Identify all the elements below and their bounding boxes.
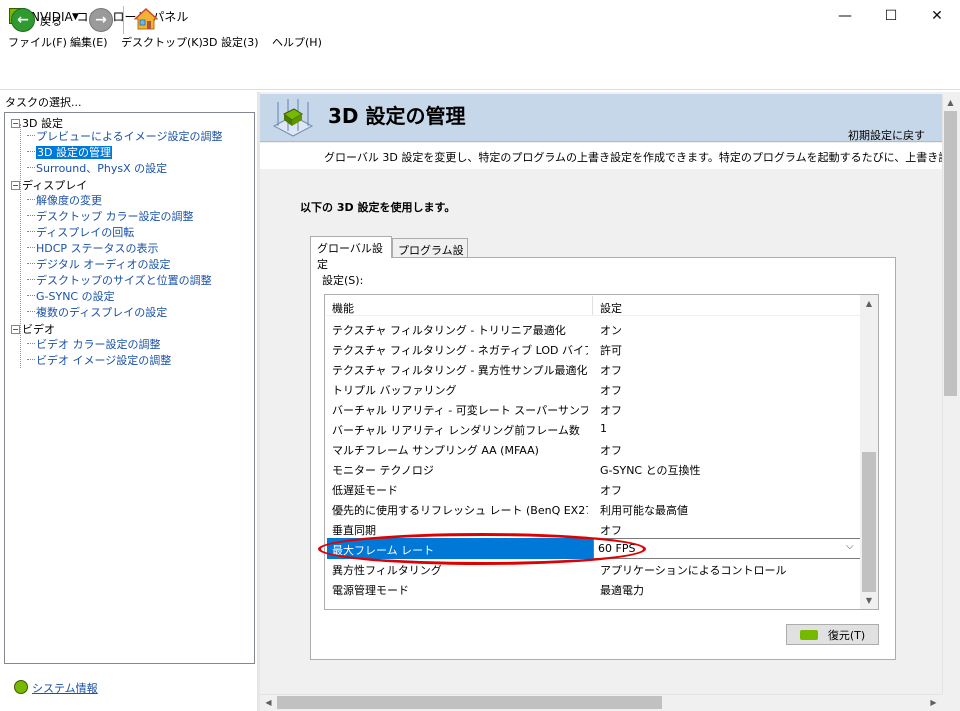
setting-row-feature[interactable]: バーチャル リアリティ レンダリング前フレーム数 <box>332 422 588 438</box>
restore-button-label: 復元(T) <box>827 628 866 642</box>
menu-desktop[interactable]: デスクトップ(K) <box>121 34 203 50</box>
system-info-link[interactable]: システム情報 <box>32 680 98 696</box>
back-arrow-icon[interactable]: ← <box>11 8 35 32</box>
setting-row-value[interactable]: 許可 <box>600 342 622 358</box>
setting-row-feature[interactable]: テクスチャ フィルタリング - トリリニア最適化 <box>332 322 588 338</box>
selected-setting-feature[interactable]: 最大フレーム レート <box>332 542 434 558</box>
page-description: グローバル 3D 設定を変更し、特定のプログラムの上書き設定を作成できます。特定… <box>324 151 942 164</box>
3d-settings-icon <box>268 96 318 140</box>
setting-row-value[interactable]: オフ <box>600 442 622 458</box>
tree-node-video[interactable]: − ビデオ <box>11 323 55 337</box>
settings-label: 設定(S): <box>322 274 364 287</box>
grid-scroll-thumb[interactable] <box>862 452 876 592</box>
collapse-icon[interactable]: − <box>11 325 20 334</box>
tree-item-surround-physx[interactable]: Surround、PhysX の設定 <box>27 162 167 176</box>
setting-row-feature[interactable]: バーチャル リアリティ - 可変レート スーパーサンプリング <box>332 402 588 418</box>
column-header-feature[interactable]: 機能 <box>332 300 354 316</box>
column-header-setting[interactable]: 設定 <box>600 300 622 316</box>
menu-edit[interactable]: 編集(E) <box>70 34 108 50</box>
column-separator[interactable] <box>592 296 593 316</box>
page-title: 3D 設定の管理 <box>328 104 466 128</box>
toolbar-separator <box>123 6 124 34</box>
tree-item-change-resolution[interactable]: 解像度の変更 <box>27 194 102 208</box>
setting-row-feature[interactable]: 垂直同期 <box>332 522 588 538</box>
setting-row-value[interactable]: オン <box>600 322 622 338</box>
tree-item-manage-3d-settings[interactable]: 3D 設定の管理 <box>27 146 112 160</box>
toolbar <box>0 51 960 90</box>
menu-3d-settings[interactable]: 3D 設定(3) <box>202 34 259 50</box>
tree-node-3d-settings[interactable]: −3D 設定 <box>11 117 63 131</box>
maximize-button[interactable]: ☐ <box>868 0 914 31</box>
tab-program-settings[interactable]: プログラム設定 <box>392 238 468 273</box>
forward-arrow-icon[interactable]: → <box>89 8 113 32</box>
tree-item-digital-audio[interactable]: デジタル オーディオの設定 <box>27 258 171 272</box>
scroll-up-arrow-icon[interactable]: ▲ <box>942 94 959 111</box>
tree-item-video-image[interactable]: ビデオ イメージ設定の調整 <box>27 354 171 368</box>
setting-row-feature[interactable]: 異方性フィルタリング <box>332 562 588 578</box>
task-selection-title: タスクの選択... <box>5 96 82 109</box>
tab-global-settings[interactable]: グローバル設定 <box>310 236 392 271</box>
system-info-icon[interactable] <box>14 680 28 694</box>
setting-row-value[interactable]: G-SYNC との互換性 <box>600 462 701 478</box>
header-divider <box>326 315 860 316</box>
max-frame-rate-value[interactable]: 60 FPS <box>598 542 635 555</box>
back-button-label[interactable]: 戻る <box>40 13 62 29</box>
tree-item-multiple-displays[interactable]: 複数のディスプレイの設定 <box>27 306 167 320</box>
minimize-button[interactable]: — <box>822 0 868 31</box>
setting-row-value[interactable]: オフ <box>600 382 622 398</box>
setting-row-feature[interactable]: テクスチャ フィルタリング - 異方性サンプル最適化 <box>332 362 588 378</box>
scroll-right-arrow-icon[interactable]: ▶ <box>925 694 942 711</box>
nvidia-logo-icon <box>799 629 818 640</box>
task-tree: −3D 設定 プレビューによるイメージ設定の調整 3D 設定の管理 Surrou… <box>4 112 255 664</box>
setting-row-feature[interactable]: 優先的に使用するリフレッシュ レート (BenQ EX2780... <box>332 502 588 518</box>
section-label: 以下の 3D 設定を使用します。 <box>300 201 456 214</box>
scroll-left-arrow-icon[interactable]: ◀ <box>260 694 277 711</box>
tree-node-display[interactable]: − ディスプレイ <box>11 179 87 193</box>
setting-row-value[interactable]: 1 <box>600 422 607 435</box>
setting-row-feature[interactable]: 低遅延モード <box>332 482 588 498</box>
setting-row-value[interactable]: アプリケーションによるコントロール <box>600 562 786 578</box>
back-history-dropdown[interactable]: ▼ <box>72 12 79 22</box>
setting-row-feature[interactable]: マルチフレーム サンプリング AA (MFAA) <box>332 442 588 458</box>
menu-file[interactable]: ファイル(F) <box>8 34 67 50</box>
setting-row-feature[interactable]: トリプル バッファリング <box>332 382 588 398</box>
tree-item-desktop-color[interactable]: デスクトップ カラー設定の調整 <box>27 210 194 224</box>
setting-row-feature[interactable]: モニター テクノロジ <box>332 462 588 478</box>
tree-item-hdcp-status[interactable]: HDCP ステータスの表示 <box>27 242 159 256</box>
close-button[interactable]: ✕ <box>914 0 960 31</box>
scroll-down-arrow-icon[interactable]: ▼ <box>860 592 878 609</box>
setting-row-feature[interactable]: 電源管理モード <box>332 582 588 598</box>
setting-row-value[interactable]: 最適電力 <box>600 582 644 598</box>
tree-item-video-color[interactable]: ビデオ カラー設定の調整 <box>27 338 161 352</box>
setting-row-value[interactable]: オフ <box>600 362 622 378</box>
tree-item-gsync[interactable]: G-SYNC の設定 <box>27 290 115 304</box>
setting-row-value[interactable]: オフ <box>600 482 622 498</box>
setting-row-feature[interactable]: テクスチャ フィルタリング - ネガティブ LOD バイアス <box>332 342 588 358</box>
tree-item-preview-image-settings[interactable]: プレビューによるイメージ設定の調整 <box>27 130 222 144</box>
scroll-up-arrow-icon[interactable]: ▲ <box>860 295 878 312</box>
setting-row-value[interactable]: 利用可能な最高値 <box>600 502 688 518</box>
page-vertical-scroll-thumb[interactable] <box>944 111 957 396</box>
chevron-down-icon[interactable]: ⌵ <box>846 541 854 552</box>
restore-button[interactable]: 復元(T) <box>786 624 879 645</box>
restore-defaults-link[interactable]: 初期設定に戻す <box>848 127 925 143</box>
menu-help[interactable]: ヘルプ(H) <box>272 34 322 50</box>
setting-row-value[interactable]: オフ <box>600 402 622 418</box>
menu-bar: ファイル(F) 編集(E) デスクトップ(K) 3D 設定(3) ヘルプ(H) <box>0 31 960 51</box>
tree-item-rotate-display[interactable]: ディスプレイの回転 <box>27 226 134 240</box>
collapse-icon[interactable]: − <box>11 181 20 190</box>
home-icon[interactable] <box>133 6 159 32</box>
setting-row-value[interactable]: オフ <box>600 522 622 538</box>
collapse-icon[interactable]: − <box>11 119 20 128</box>
page-horizontal-scroll-thumb[interactable] <box>277 696 662 709</box>
tree-item-desktop-size-position[interactable]: デスクトップのサイズと位置の調整 <box>27 274 212 288</box>
